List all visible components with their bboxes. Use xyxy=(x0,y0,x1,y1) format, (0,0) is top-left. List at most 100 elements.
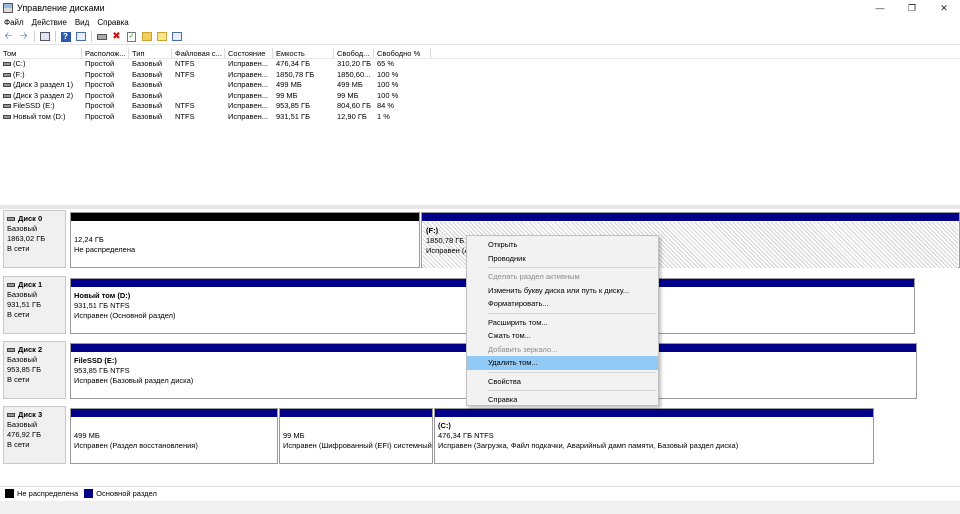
cell-capacity: 476,34 ГБ xyxy=(273,59,334,70)
volume-list: Том Располож... Тип Файловая с... Состоя… xyxy=(0,48,960,205)
context-menu-item[interactable]: Открыть xyxy=(467,238,658,252)
column-header-layout[interactable]: Располож... xyxy=(82,48,129,58)
cell-text: Простой xyxy=(85,80,115,89)
partition-recovery[interactable]: 499 МБ Исправен (Раздел восстановления) xyxy=(70,408,278,464)
context-menu-item[interactable]: Удалить том... xyxy=(467,356,658,370)
new-document-icon[interactable] xyxy=(156,31,167,42)
partition-unallocated[interactable]: 12,24 ГБ Не распределена xyxy=(70,212,420,268)
cell-text: 953,85 ГБ xyxy=(276,101,311,110)
disk-type: Базовый xyxy=(7,290,38,299)
disk-size: 476,92 ГБ xyxy=(7,430,42,439)
toolbar-separator xyxy=(55,31,56,42)
disk-row-2: Диск 2 Базовый 953,85 ГБ В сети FileSSD … xyxy=(3,341,918,399)
window-title: Управление дисками xyxy=(17,3,105,13)
table-row[interactable]: Новый том (D:) Простой Базовый NTFS Исправен… xyxy=(0,112,960,123)
legend-label-primary: Основной раздел xyxy=(96,489,157,498)
menu-file[interactable]: Файл xyxy=(0,18,28,27)
menu-help[interactable]: Справка xyxy=(93,18,132,27)
close-button[interactable]: ✕ xyxy=(928,0,960,16)
column-header-volume[interactable]: Том xyxy=(0,48,82,58)
cell-text: Простой xyxy=(85,90,115,100)
cell-capacity: 931,51 ГБ xyxy=(273,112,334,123)
restore-button[interactable]: ❐ xyxy=(896,0,928,16)
cell-layout: Простой xyxy=(82,112,129,123)
column-header-free-percent[interactable]: Свободно % xyxy=(374,48,431,58)
cell-text: Базовый xyxy=(132,90,163,100)
window-controls: — ❐ ✕ xyxy=(864,0,960,16)
cell-text: Простой xyxy=(85,101,115,110)
cell-text: Базовый xyxy=(132,69,163,79)
column-header-filesystem[interactable]: Файловая с... xyxy=(172,48,225,58)
cell-free: 310,20 ГБ xyxy=(334,59,374,70)
context-menu-item[interactable]: Форматировать... xyxy=(467,297,658,311)
column-header-capacity[interactable]: Емкость xyxy=(273,48,334,58)
legend-label-unallocated: Не распределена xyxy=(17,489,79,498)
disk-label[interactable]: Диск 3 Базовый 476,92 ГБ В сети xyxy=(3,406,66,464)
view-window-icon[interactable] xyxy=(171,31,182,42)
cell-text: Базовый xyxy=(132,111,163,121)
title-bar: Управление дисками — ❐ ✕ xyxy=(0,0,960,16)
table-row[interactable]: (Диск 3 раздел 2) Простой Базовый Исправен.… xyxy=(0,91,960,102)
toolbar-separator xyxy=(34,31,35,42)
column-header-type[interactable]: Тип xyxy=(129,48,172,58)
cell-text: Исправен... xyxy=(228,80,269,89)
legend-swatch-unallocated xyxy=(5,489,14,498)
properties-window-icon[interactable] xyxy=(75,31,86,42)
delete-icon[interactable]: ✖ xyxy=(111,31,122,42)
cell-text: 1 % xyxy=(377,111,390,121)
disk-label[interactable]: Диск 2 Базовый 953,85 ГБ В сети xyxy=(3,341,66,399)
console-tree-icon[interactable] xyxy=(39,31,50,42)
back-icon[interactable]: 🡠 xyxy=(3,31,14,42)
cell-text: Исправен... xyxy=(228,101,269,110)
menu-view[interactable]: Вид xyxy=(71,18,93,27)
cell-volume: (C:) xyxy=(0,59,82,70)
table-row[interactable]: (C:) Простой Базовый NTFS Исправен... 476,34 … xyxy=(0,59,960,70)
table-row[interactable]: FileSSD (E:) Простой Базовый NTFS Исправен..… xyxy=(0,101,960,112)
connect-disk-icon[interactable] xyxy=(96,31,107,42)
check-icon[interactable]: ✓ xyxy=(126,31,137,42)
context-menu-item[interactable]: Свойства xyxy=(467,375,658,389)
context-menu-item[interactable]: Изменить букву диска или путь к диску... xyxy=(467,284,658,298)
cell-filesystem: NTFS xyxy=(172,112,225,123)
disk-label[interactable]: Диск 1 Базовый 931,51 ГБ В сети xyxy=(3,276,66,334)
cell-status: Исправен... xyxy=(225,101,273,112)
cell-capacity: 499 МБ xyxy=(273,80,334,91)
cell-text: 84 % xyxy=(377,101,395,110)
table-row[interactable]: (Диск 3 раздел 1) Простой Базовый Исправен.… xyxy=(0,80,960,91)
partition-c[interactable]: (C:) 476,34 ГБ NTFS Исправен (Загрузка, … xyxy=(434,408,874,464)
cell-text: (F:) xyxy=(13,69,25,79)
cell-type: Базовый xyxy=(129,70,172,81)
partition-bar xyxy=(280,409,432,417)
cell-text: 804,60 ГБ xyxy=(337,101,372,110)
disk-status: В сети xyxy=(7,375,30,384)
cell-text: 310,20 ГБ xyxy=(337,59,372,68)
cell-status: Исправен... xyxy=(225,59,273,70)
forward-icon[interactable]: 🡢 xyxy=(18,31,29,42)
context-menu-item[interactable]: Проводник xyxy=(467,252,658,266)
table-row[interactable]: (F:) Простой Базовый NTFS Исправен... 1850,78… xyxy=(0,70,960,81)
cell-type: Базовый xyxy=(129,112,172,123)
menu-action[interactable]: Действие xyxy=(28,18,71,27)
cell-text: (Диск 3 раздел 2) xyxy=(13,90,74,100)
cell-text: NTFS xyxy=(175,69,195,79)
column-header-free[interactable]: Свобод... xyxy=(334,48,374,58)
minimize-button[interactable]: — xyxy=(864,0,896,16)
partition-efi[interactable]: 99 МБ Исправен (Шифрованный (EFI) систем… xyxy=(279,408,433,464)
context-menu-item[interactable]: Расширить том... xyxy=(467,316,658,330)
column-header-status[interactable]: Состояние xyxy=(225,48,273,58)
help-icon[interactable]: ? xyxy=(60,31,71,42)
cell-free: 804,60 ГБ xyxy=(334,101,374,112)
partition-size: 476,34 ГБ NTFS xyxy=(438,431,494,440)
partition-body: 99 МБ Исправен (Шифрованный (EFI) систем… xyxy=(280,417,432,451)
menu-separator xyxy=(488,390,656,391)
context-menu-item[interactable]: Сжать том... xyxy=(467,329,658,343)
context-menu-item: Добавить зеркало... xyxy=(488,344,558,354)
cell-text: Исправен... xyxy=(228,69,269,79)
menu-separator xyxy=(488,312,656,314)
disk-icon xyxy=(7,413,15,417)
open-folder-icon[interactable] xyxy=(141,31,152,42)
disk-label[interactable]: Диск 0 Базовый 1863,02 ГБ В сети xyxy=(3,210,66,268)
volume-icon xyxy=(3,72,11,77)
context-menu-item[interactable]: Справка xyxy=(467,393,658,407)
disk-name: Диск 1 xyxy=(18,280,43,289)
